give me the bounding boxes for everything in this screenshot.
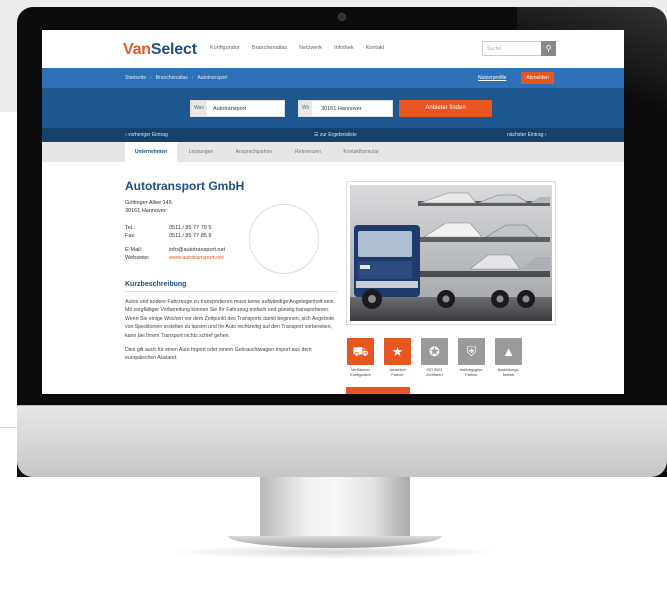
breadcrumb-separator: ›: [150, 75, 152, 81]
breadcrumb-startseite[interactable]: Startseite: [125, 75, 146, 81]
description-text: Autos und andere Fahrzeuge zu transporti…: [125, 298, 335, 369]
fax-value: 0511 / 85 77 85 9: [169, 233, 212, 239]
tab-kontaktformular[interactable]: Kontaktformular: [333, 142, 389, 162]
nav-item-konfigurator[interactable]: Konfigurator: [210, 45, 240, 51]
where-prefix: Wo: [299, 101, 313, 116]
next-entry-link[interactable]: nächster Eintrag ›: [507, 132, 546, 138]
description-divider: [125, 291, 338, 292]
email-label: E-Mail:: [125, 247, 143, 253]
company-photo[interactable]: [346, 181, 556, 325]
badge-caption: Ausbildungs-betrieb: [497, 368, 520, 377]
badge-vanselect-partner[interactable]: ★ Vanselect Partner: [383, 338, 412, 378]
certification-badges: ⛟ Verifizierter Konfigurator ★ Vanselect…: [346, 338, 523, 378]
company-logo-placeholder: [249, 204, 319, 274]
website-screen: VanSelect Konfigurator Branchenatlas Net…: [42, 30, 624, 394]
nav-item-infothek[interactable]: Infothek: [334, 45, 354, 51]
breadcrumb-separator: ›: [191, 75, 194, 81]
result-list-link[interactable]: ☰ zur Ergebnisliste: [314, 132, 357, 138]
address-city: 30161 Hannover: [125, 208, 166, 214]
monitor-stand-neck: [260, 477, 410, 537]
profile-tabs: Unternehmen Leistungen Ansprechpartner R…: [42, 142, 624, 162]
breadcrumb-autotransport: Autotransport: [197, 75, 228, 81]
search-placeholder: Suche: [487, 46, 502, 52]
entry-pager: ‹ vorheriger Eintrag ☰ zur Ergebnisliste…: [42, 128, 624, 142]
next-entry-label: nächster Eintrag: [507, 132, 544, 138]
company-name: Autotransport GmbH: [125, 179, 245, 193]
fax-label: Fax:: [125, 233, 136, 239]
tab-unternehmen[interactable]: Unternehmen: [125, 142, 177, 162]
search-icon: ⚲: [545, 44, 552, 53]
description-paragraph: Autos und andere Fahrzeuge zu transporti…: [125, 299, 335, 339]
site-header: VanSelect Konfigurator Branchenatlas Net…: [42, 30, 624, 68]
what-value: Autotransport: [213, 106, 247, 112]
address-street: Göttinger Allee 145: [125, 200, 172, 206]
logo-part-select: Select: [150, 41, 197, 58]
user-profile-link[interactable]: Nutzerprofile: [478, 75, 506, 81]
website-row: Webseite: www.autotransport.net: [125, 255, 224, 261]
what-prefix: Was: [191, 101, 207, 116]
nav-item-netzwerk[interactable]: Netzwerk: [299, 45, 322, 51]
email-row: E-Mail: info@autotransport.net: [125, 247, 225, 253]
monitor-chin: [17, 405, 667, 477]
tab-ansprechpartner[interactable]: Ansprechpartner: [225, 142, 283, 162]
breadcrumb-branchenatlas[interactable]: Branchenatlas: [156, 75, 188, 81]
where-value: 30161 Hannover: [321, 106, 362, 112]
website-link[interactable]: www.autotransport.net: [169, 255, 224, 261]
search-button[interactable]: ⚲: [541, 41, 556, 56]
car-transporter-photo: [350, 185, 552, 321]
tab-referenzen[interactable]: Referenzen: [286, 142, 330, 162]
badge-training-company[interactable]: ▲ Ausbildungs-betrieb: [494, 338, 523, 378]
provider-search-band: Was Autotransport Wo 30161 Hannover Anbi…: [42, 88, 624, 128]
award-icon: ✪: [421, 338, 448, 365]
star-icon: ★: [384, 338, 411, 365]
email-link[interactable]: info@autotransport.net: [169, 247, 225, 253]
company-address: Göttinger Allee 145 30161 Hannover: [125, 199, 172, 215]
camera-icon: [338, 13, 346, 21]
logo-part-van: Van: [123, 41, 151, 58]
search-input[interactable]: Suche: [482, 41, 542, 56]
nav-item-branchenatlas[interactable]: Branchenatlas: [252, 45, 287, 51]
find-provider-button[interactable]: Anbieter finden: [399, 100, 492, 117]
breadcrumb-bar: Startseite › Branchenatlas › Autotranspo…: [42, 68, 624, 88]
phone-value: 0511 / 85 77 70 5: [169, 225, 212, 231]
previous-entry-link[interactable]: ‹ vorheriger Eintrag: [125, 132, 168, 138]
contact-cta-button[interactable]: [346, 387, 410, 394]
badge-caption: Verifizierter Konfigurator: [350, 368, 371, 377]
badge-caption: ISO 9001 Zertifiziert: [426, 368, 443, 377]
phone-row: Tel.: 0511 / 85 77 70 5: [125, 225, 211, 231]
badge-liability-partner[interactable]: ⛨ Haftungsgepr. Partner: [457, 338, 486, 378]
tab-leistungen[interactable]: Leistungen: [180, 142, 222, 162]
description-heading: Kurzbeschreibung: [125, 281, 187, 288]
breadcrumb: Startseite › Branchenatlas › Autotranspo…: [125, 75, 227, 81]
shield-icon: ⛨: [458, 338, 485, 365]
logout-button[interactable]: Abmelden: [521, 72, 554, 84]
main-navigation: Konfigurator Branchenatlas Netzwerk Info…: [210, 45, 384, 51]
vanselect-logo[interactable]: VanSelect: [123, 41, 197, 59]
badge-caption: Vanselect Partner: [389, 368, 406, 377]
where-field[interactable]: Wo 30161 Hannover: [298, 100, 393, 117]
truck-icon: ⛟: [347, 338, 374, 365]
company-profile: Autotransport GmbH Göttinger Allee 145 3…: [42, 162, 624, 394]
website-label: Webseite:: [125, 255, 150, 261]
nav-item-kontakt[interactable]: Kontakt: [366, 45, 385, 51]
phone-label: Tel.:: [125, 225, 136, 231]
description-paragraph: Dies gilt auch für einen Auto Import ode…: [125, 347, 312, 362]
what-field[interactable]: Was Autotransport: [190, 100, 285, 117]
fax-row: Fax: 0511 / 85 77 85 9: [125, 233, 211, 239]
badge-caption: Haftungsgepr. Partner: [459, 368, 484, 377]
badge-verified-configurator[interactable]: ⛟ Verifizierter Konfigurator: [346, 338, 375, 378]
graduation-cap-icon: ▲: [495, 338, 522, 365]
chevron-right-icon: ›: [543, 132, 547, 138]
badge-iso-certified[interactable]: ✪ ISO 9001 Zertifiziert: [420, 338, 449, 378]
previous-entry-label: vorheriger Eintrag: [128, 132, 168, 138]
result-list-label: zur Ergebnisliste: [319, 132, 357, 138]
